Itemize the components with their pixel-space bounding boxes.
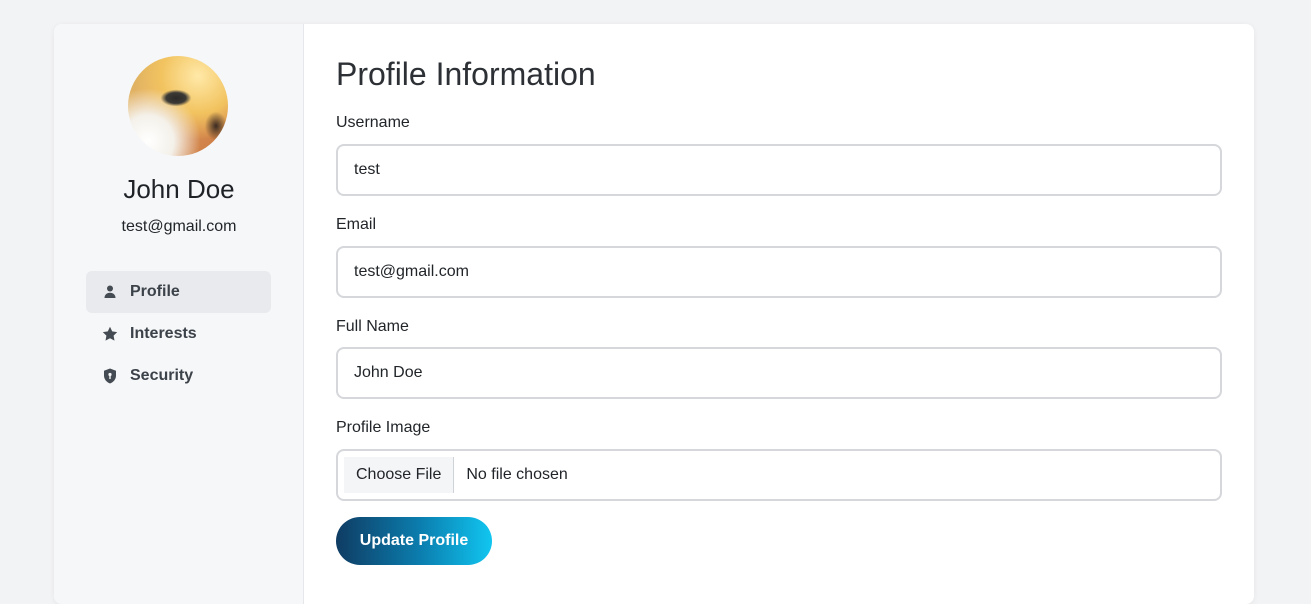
profile-image-file-input[interactable]: Choose File No file chosen [336, 449, 1222, 501]
profile-form: Profile Information Username Email Full … [304, 24, 1254, 604]
sidebar-item-interests[interactable]: Interests [86, 313, 271, 355]
page-title: Profile Information [336, 56, 596, 92]
sidebar-item-label: Profile [130, 283, 180, 300]
avatar [128, 56, 228, 156]
email-input[interactable] [336, 246, 1222, 298]
profile-card: John Doe test@gmail.com Profile Interest… [54, 24, 1254, 604]
sidebar-item-label: Interests [130, 325, 197, 342]
user-email: test@gmail.com [121, 218, 237, 235]
sidebar: John Doe test@gmail.com Profile Interest… [54, 24, 304, 604]
username-input[interactable] [336, 144, 1222, 196]
sidebar-item-label: Security [130, 367, 194, 384]
user-name: John Doe [123, 174, 235, 204]
full-name-label: Full Name [336, 318, 409, 335]
sidebar-nav: Profile Interests Security [86, 271, 271, 397]
sidebar-item-profile[interactable]: Profile [86, 271, 271, 313]
username-label: Username [336, 114, 410, 131]
file-status: No file chosen [466, 466, 568, 483]
update-profile-button[interactable]: Update Profile [336, 517, 492, 565]
sidebar-item-security[interactable]: Security [86, 355, 271, 397]
profile-image-label: Profile Image [336, 419, 431, 436]
star-icon [102, 326, 118, 342]
email-label: Email [336, 216, 377, 233]
choose-file-button[interactable]: Choose File [344, 457, 455, 493]
user-icon [102, 284, 118, 300]
shield-icon [102, 368, 118, 384]
full-name-input[interactable] [336, 347, 1222, 399]
